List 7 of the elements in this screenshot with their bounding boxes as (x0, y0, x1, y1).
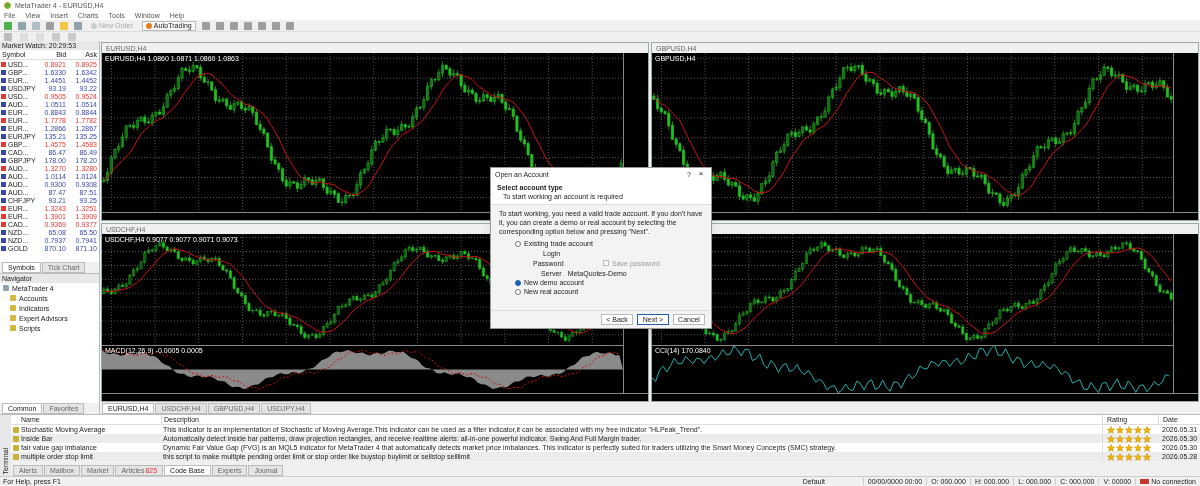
app-icon (4, 1, 11, 9)
radio-button[interactable] (515, 240, 521, 247)
toolbar-icon (145, 22, 152, 29)
close-button[interactable]: × (695, 170, 707, 178)
toolbar-icon (91, 22, 97, 29)
radio-button[interactable] (515, 279, 521, 286)
radio-button[interactable] (515, 288, 521, 295)
